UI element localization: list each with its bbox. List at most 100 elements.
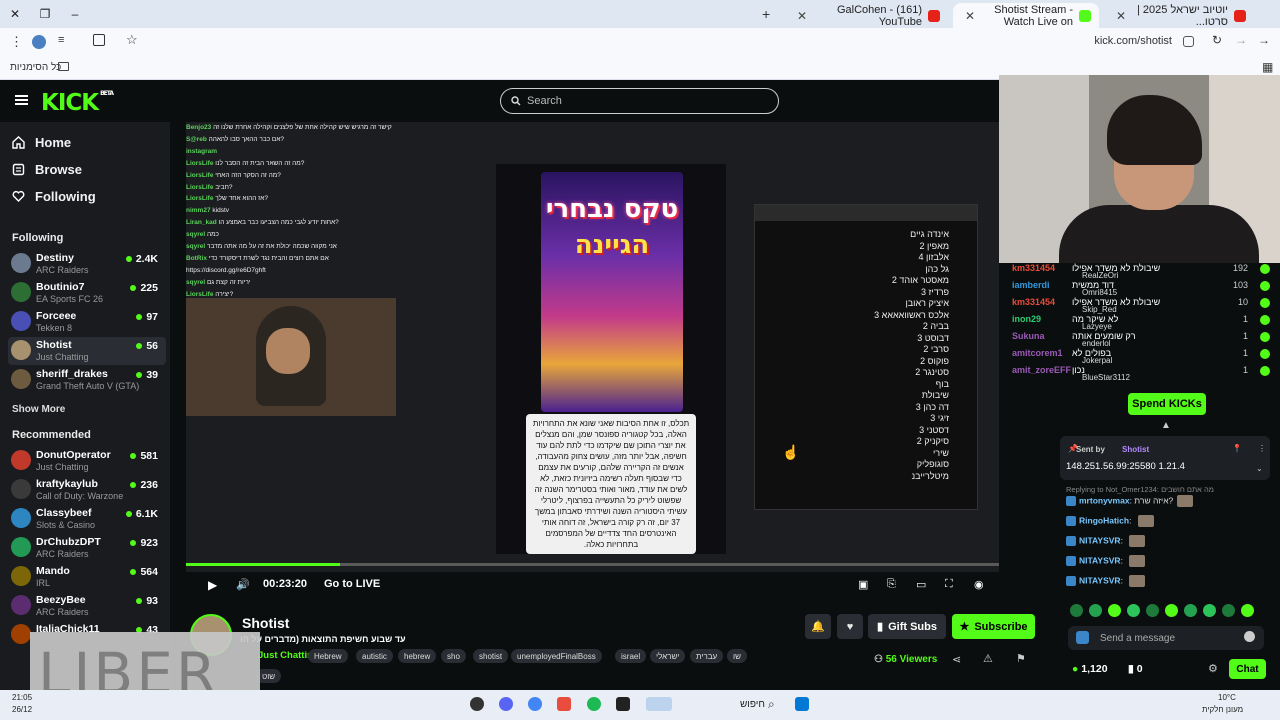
subscribe-button[interactable]: ★ Subscribe (952, 614, 1035, 639)
paint-icon[interactable] (557, 697, 571, 711)
taskbar-search[interactable]: חיפוש (740, 699, 765, 710)
tab-youtube-galcohen[interactable]: (161) GalCohen - YouTube ✕ (785, 3, 948, 28)
gift-subs-button[interactable]: ▮ Gift Subs (868, 614, 946, 639)
weather-widget-icon[interactable] (646, 697, 672, 711)
menu-dots-icon[interactable]: ⋮ (10, 34, 23, 50)
stream-tag[interactable]: shotist (473, 649, 509, 663)
show-more-link[interactable]: Show More (12, 404, 65, 415)
stream-tag[interactable]: israel (615, 649, 647, 663)
spend-kicks-button[interactable]: Spend KICKs (1128, 393, 1206, 415)
fullscreen-icon[interactable]: ⛶ (945, 578, 953, 591)
windows-start-icon[interactable] (795, 697, 809, 711)
chat-leaderboard-row[interactable]: iamberdi דוד ממשית Omri8415 103 (1000, 280, 1272, 297)
sidebar-channel-drchubzdpt[interactable]: DrChubzDPT ARC Raiders 923 (8, 534, 166, 562)
clip-icon[interactable]: ⎘ (887, 578, 896, 591)
chat-username[interactable]: Sukuna (1012, 331, 1045, 341)
stream-tag[interactable]: unemployedFinalBoss (511, 649, 602, 663)
tab-search-icon[interactable] (93, 34, 105, 46)
stream-tag[interactable]: עברית (690, 649, 724, 663)
chevron-down-icon[interactable]: ⌄ (1256, 464, 1263, 473)
chat-username[interactable]: km331454 (1012, 297, 1055, 307)
stream-tag[interactable]: Hebrew (308, 649, 348, 663)
chat-leaderboard-row[interactable]: amit_zoreEFF נכון BlueStar3112 1 (1000, 365, 1272, 382)
chat-leaderboard-row[interactable]: amitcorem1 בפולים לא Jokerpal 1 (1000, 348, 1272, 365)
stream-tag[interactable]: sho (441, 649, 466, 663)
chat-leaderboard-row[interactable]: km331454 שיבולת לא משדר אפילו RealZeOri 192 (1000, 263, 1272, 280)
more-options-icon[interactable]: ⚑ (1016, 652, 1026, 665)
chat-message[interactable]: RingoHatich: (1066, 515, 1154, 527)
spotify-icon[interactable] (587, 697, 601, 711)
theater-mode-icon[interactable]: ▣ (858, 578, 868, 591)
chat-leaderboard-row[interactable]: km331454 שיבולת לא משדר אפילו Skip_Red 10 (1000, 297, 1272, 314)
chat-username[interactable]: amit_zoreEFF (1012, 365, 1071, 375)
sidebar-channel-mando[interactable]: Mando IRL 564 (8, 563, 166, 591)
sidebar-channel-destiny[interactable]: Destiny ARC Raiders 2.4K (8, 250, 166, 278)
sidebar-channel-boutinio7[interactable]: Boutinio7 EA Sports FC 26 225 (8, 279, 166, 307)
profile-icon[interactable] (32, 35, 46, 49)
bookmark-star-icon[interactable]: ☆ (126, 32, 138, 48)
tab-kick-shotist[interactable]: Shotist Stream - Watch Live on ✕ (953, 3, 1099, 28)
volume-icon[interactable]: 🔊 (236, 578, 250, 591)
chat-username[interactable]: iamberdi (1012, 280, 1050, 290)
apps-grid-icon[interactable]: ▦ (1262, 60, 1273, 74)
chat-username[interactable]: NITAYSVR (1079, 575, 1121, 585)
kicks-balance[interactable]: ● 1,120 (1072, 663, 1108, 675)
sidebar-item-home[interactable]: Home (12, 135, 71, 150)
video-progress-bar[interactable] (186, 563, 999, 566)
sidebar-channel-donutoperator[interactable]: DonutOperator Just Chatting 581 (8, 447, 166, 475)
taskbar-app-icon[interactable] (470, 697, 484, 711)
chat-message[interactable]: mrtonyvmax: איזה שרת? (1066, 495, 1194, 507)
video-player[interactable]: Benjo23 קישר זה מרגיש שיש קהילה אחת של פ… (186, 122, 999, 572)
chrome-icon[interactable] (528, 697, 542, 711)
notification-bell-icon[interactable]: 🔔 (805, 614, 831, 639)
chat-username[interactable]: mrtonyvmax (1079, 495, 1130, 505)
close-window-icon[interactable]: ✕ (0, 0, 30, 28)
url-field[interactable]: kick.com/shotist (1094, 35, 1172, 47)
chat-message[interactable]: NITAYSVR: (1066, 535, 1146, 547)
taskbar-search-icon[interactable]: ⌕ (768, 697, 775, 712)
minimize-window-icon[interactable]: – (60, 0, 90, 28)
chat-settings-icon[interactable]: ⚙ (1208, 662, 1218, 675)
miniplayer-icon[interactable]: ▭ (916, 578, 926, 591)
chat-username[interactable]: km331454 (1012, 263, 1055, 273)
back-icon[interactable]: → (1258, 33, 1270, 47)
sidebar-channel-sheriff_drakes[interactable]: sheriff_drakes Grand Theft Auto V (GTA) 39 (8, 366, 166, 394)
sidebar-channel-beezybee[interactable]: BeezyBee ARC Raiders 93 (8, 592, 166, 620)
reload-icon[interactable]: ↻ (1212, 33, 1222, 47)
close-tab-icon[interactable]: ✕ (961, 9, 975, 23)
restore-window-icon[interactable]: ❐ (30, 0, 60, 28)
sidebar-channel-shotist[interactable]: Shotist Just Chatting 56 (8, 337, 166, 365)
stream-tag[interactable]: ישראלי (650, 649, 686, 663)
emoji-icon[interactable] (1244, 631, 1255, 642)
stream-tag[interactable]: autistic (356, 649, 393, 663)
pinned-menu-icon[interactable]: ⋮ (1258, 444, 1266, 453)
points-balance[interactable]: ▮ 0 (1128, 663, 1143, 675)
chat-message[interactable]: NITAYSVR: (1066, 575, 1146, 587)
streamer-name[interactable]: Shotist (242, 615, 289, 631)
sidebar-channel-forceee[interactable]: Forceee Tekken 8 97 (8, 308, 166, 336)
tab-youtube-israel[interactable]: יוטיוב ישראל 2025 | סרטו... ✕ (1104, 3, 1254, 28)
sidebar-item-following[interactable]: Following (12, 189, 96, 204)
go-to-live-button[interactable]: Go to LIVE (324, 578, 380, 590)
share-icon[interactable]: ⋖ (952, 653, 961, 666)
chat-username[interactable]: inon29 (1012, 314, 1041, 324)
chat-username[interactable]: NITAYSVR (1079, 535, 1121, 545)
send-message-input[interactable]: Send a message (1068, 626, 1264, 650)
chat-username[interactable]: amitcorem1 (1012, 348, 1063, 358)
all-bookmarks-folder[interactable]: כל הסימניות (10, 62, 61, 73)
sidebar-item-browse[interactable]: Browse (12, 162, 82, 177)
stream-tag[interactable]: שו (727, 649, 747, 663)
close-tab-icon[interactable]: ✕ (793, 9, 807, 23)
chat-send-button[interactable]: Chat (1229, 659, 1266, 679)
forward-icon[interactable]: → (1235, 33, 1247, 47)
close-tab-icon[interactable]: ✕ (1112, 9, 1126, 23)
terminal-icon[interactable] (616, 697, 630, 711)
chat-username[interactable]: NITAYSVR (1079, 555, 1121, 565)
discord-icon[interactable] (499, 697, 513, 711)
report-icon[interactable]: ⚠ (983, 652, 993, 665)
extensions-icon[interactable]: ≡ (58, 34, 64, 46)
kick-logo[interactable]: KICK BETA (41, 90, 114, 116)
chat-leaderboard-row[interactable]: inon29 לא שיקר מה Lazyeye 1 (1000, 314, 1272, 331)
collapse-arrow-icon[interactable]: ▲ (1161, 420, 1171, 431)
stream-tag[interactable]: hebrew (398, 649, 437, 663)
